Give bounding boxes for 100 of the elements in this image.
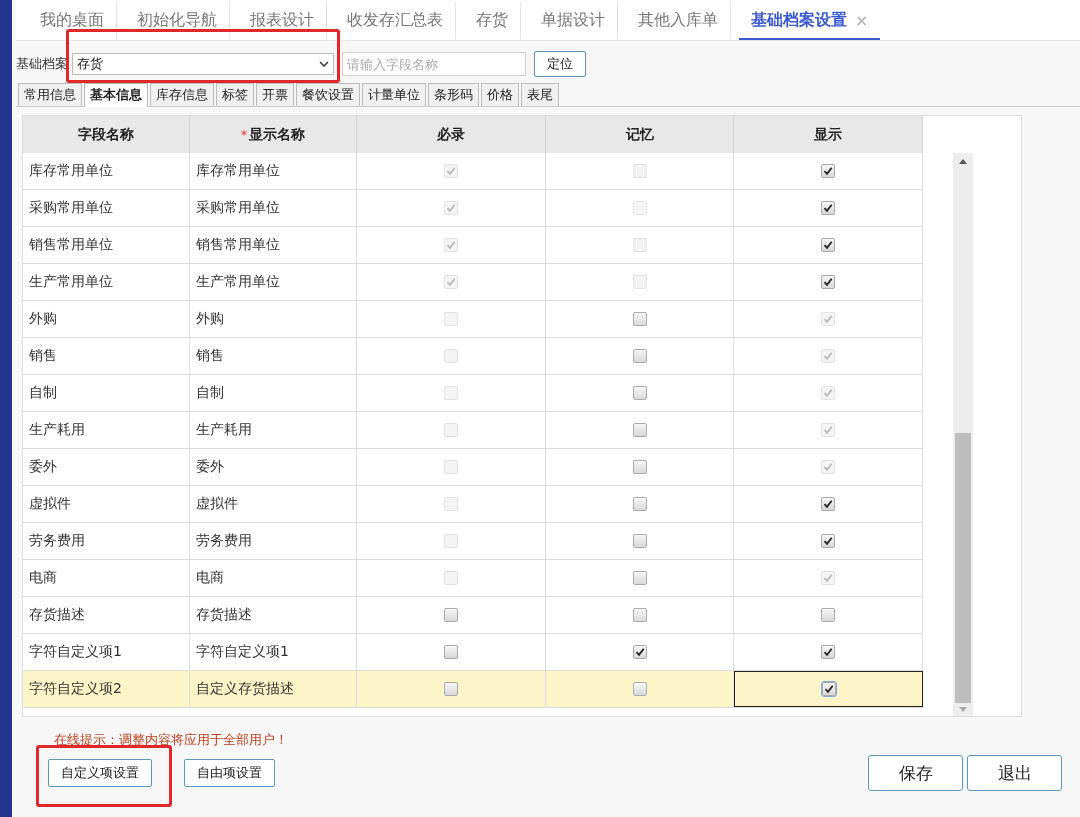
table-row[interactable]: 自制 自制 <box>23 375 923 412</box>
tab-label: 我的桌面 <box>40 9 104 31</box>
table-cell: 生产常用单位 <box>23 264 190 300</box>
scroll-up-icon[interactable] <box>959 159 967 164</box>
section-tab[interactable]: 库存信息 <box>150 83 214 106</box>
window-tab[interactable]: 我的桌面 <box>28 2 117 40</box>
table-cell: 字符自定义项1 <box>190 634 357 670</box>
checkbox[interactable] <box>444 608 458 622</box>
tab-label: 基础档案设置 <box>751 9 847 31</box>
checkbox[interactable] <box>632 608 647 622</box>
action-button[interactable]: 退出 <box>967 755 1062 791</box>
table-row[interactable]: 生产常用单位 生产常用单位 <box>23 264 923 301</box>
table-row[interactable]: 销售常用单位 销售常用单位 <box>23 227 923 264</box>
section-tab[interactable]: 标签 <box>216 83 254 106</box>
table-row[interactable]: 劳务费用 劳务费用 <box>23 523 923 560</box>
table-row[interactable]: 采购常用单位 采购常用单位 <box>23 190 923 227</box>
table-row[interactable]: 委外 委外 <box>23 449 923 486</box>
table-row[interactable]: 虚拟件 虚拟件 <box>23 486 923 523</box>
table-row[interactable]: 生产耗用 生产耗用 <box>23 412 923 449</box>
window-tab[interactable]: 单据设计 <box>529 2 618 40</box>
table-cell: 虚拟件 <box>23 486 190 522</box>
search-field[interactable]: 请输入字段名称 <box>342 52 526 76</box>
checkbox[interactable] <box>632 312 647 326</box>
table-cell: 电商 <box>23 560 190 596</box>
checkbox[interactable] <box>821 238 835 252</box>
table-cell: 字符自定义项2 <box>23 671 190 707</box>
window-tab[interactable]: 报表设计 <box>238 2 327 40</box>
section-tab[interactable]: 餐饮设置 <box>296 83 360 106</box>
section-tab[interactable]: 计量单位 <box>362 83 426 106</box>
window-tab[interactable]: 收发存汇总表 <box>335 2 456 40</box>
checkbox[interactable] <box>632 497 647 511</box>
checkbox[interactable] <box>444 682 458 696</box>
checkbox[interactable] <box>821 201 835 215</box>
table-row[interactable]: 字符自定义项1 字符自定义项1 <box>23 634 923 671</box>
tab-label: 存货 <box>476 9 508 31</box>
table-row[interactable]: 销售 销售 <box>23 338 923 375</box>
window-tab[interactable]: 存货 <box>464 2 521 40</box>
table-cell: 委外 <box>23 449 190 485</box>
window-tab[interactable]: 基础档案设置 × <box>739 2 881 40</box>
table-cell: 劳务费用 <box>190 523 357 559</box>
table-row[interactable]: 存货描述 存货描述 <box>23 597 923 634</box>
table-cell: 销售常用单位 <box>23 227 190 263</box>
table-cell: 自定义存货描述 <box>190 671 357 707</box>
section-tab[interactable]: 表尾 <box>521 83 559 106</box>
section-tab[interactable]: 价格 <box>481 83 519 106</box>
checkbox[interactable] <box>821 497 835 511</box>
table-cell: 字符自定义项1 <box>23 634 190 670</box>
table-cell: 电商 <box>190 560 357 596</box>
checkbox[interactable] <box>821 645 835 659</box>
table-cell: 库存常用单位 <box>190 153 357 189</box>
table-row[interactable]: 库存常用单位 库存常用单位 <box>23 153 923 190</box>
table-cell: 存货描述 <box>23 597 190 633</box>
checkbox[interactable] <box>821 275 835 289</box>
table-cell: 存货描述 <box>190 597 357 633</box>
checkbox[interactable] <box>632 460 647 474</box>
window-tab[interactable]: 其他入库单 <box>626 2 731 40</box>
checkbox[interactable] <box>821 534 835 548</box>
locate-button[interactable]: 定位 <box>534 51 586 77</box>
table-row[interactable]: 外购 外购 <box>23 301 923 338</box>
checkbox[interactable] <box>821 164 835 178</box>
table-cell: 外购 <box>190 301 357 337</box>
table-cell: 生产常用单位 <box>190 264 357 300</box>
action-button[interactable]: 保存 <box>868 755 963 791</box>
tab-label: 单据设计 <box>541 9 605 31</box>
section-tab[interactable]: 基本信息 <box>84 83 148 107</box>
scrollbar[interactable] <box>953 153 973 716</box>
scroll-down-icon[interactable] <box>959 707 967 712</box>
settings-button[interactable]: 自定义项设置 <box>48 759 152 787</box>
settings-button[interactable]: 自由项设置 <box>184 759 275 787</box>
checkbox[interactable] <box>821 608 835 622</box>
table-cell: 采购常用单位 <box>23 190 190 226</box>
table-cell: 生产耗用 <box>23 412 190 448</box>
table-row[interactable]: 字符自定义项2 自定义存货描述 <box>23 671 923 708</box>
tab-label: 报表设计 <box>250 9 314 31</box>
checkbox[interactable] <box>632 423 647 437</box>
checkbox[interactable] <box>632 645 647 659</box>
section-tab[interactable]: 常用信息 <box>18 83 82 106</box>
checkbox[interactable] <box>632 682 647 696</box>
table-cell: 销售常用单位 <box>190 227 357 263</box>
table-cell: 采购常用单位 <box>190 190 357 226</box>
table-cell: 生产耗用 <box>190 412 357 448</box>
tab-label: 初始化导航 <box>137 9 217 31</box>
section-tab[interactable]: 条形码 <box>428 83 479 106</box>
table-cell: 劳务费用 <box>23 523 190 559</box>
checkbox[interactable] <box>821 682 836 696</box>
table-cell: 委外 <box>190 449 357 485</box>
chevron-down-icon <box>319 61 329 67</box>
field-label: 基础档案 <box>16 55 68 73</box>
archive-dropdown[interactable]: 存货 <box>72 53 334 75</box>
section-tab[interactable]: 开票 <box>256 83 294 106</box>
tab-label: 其他入库单 <box>638 9 718 31</box>
checkbox[interactable] <box>632 571 647 585</box>
table-row[interactable]: 电商 电商 <box>23 560 923 597</box>
checkbox[interactable] <box>444 645 458 659</box>
table-cell: 库存常用单位 <box>23 153 190 189</box>
table-cell: 自制 <box>23 375 190 411</box>
checkbox[interactable] <box>632 349 647 363</box>
checkbox[interactable] <box>632 386 647 400</box>
checkbox[interactable] <box>632 534 647 548</box>
window-tab[interactable]: 初始化导航 <box>125 2 230 40</box>
